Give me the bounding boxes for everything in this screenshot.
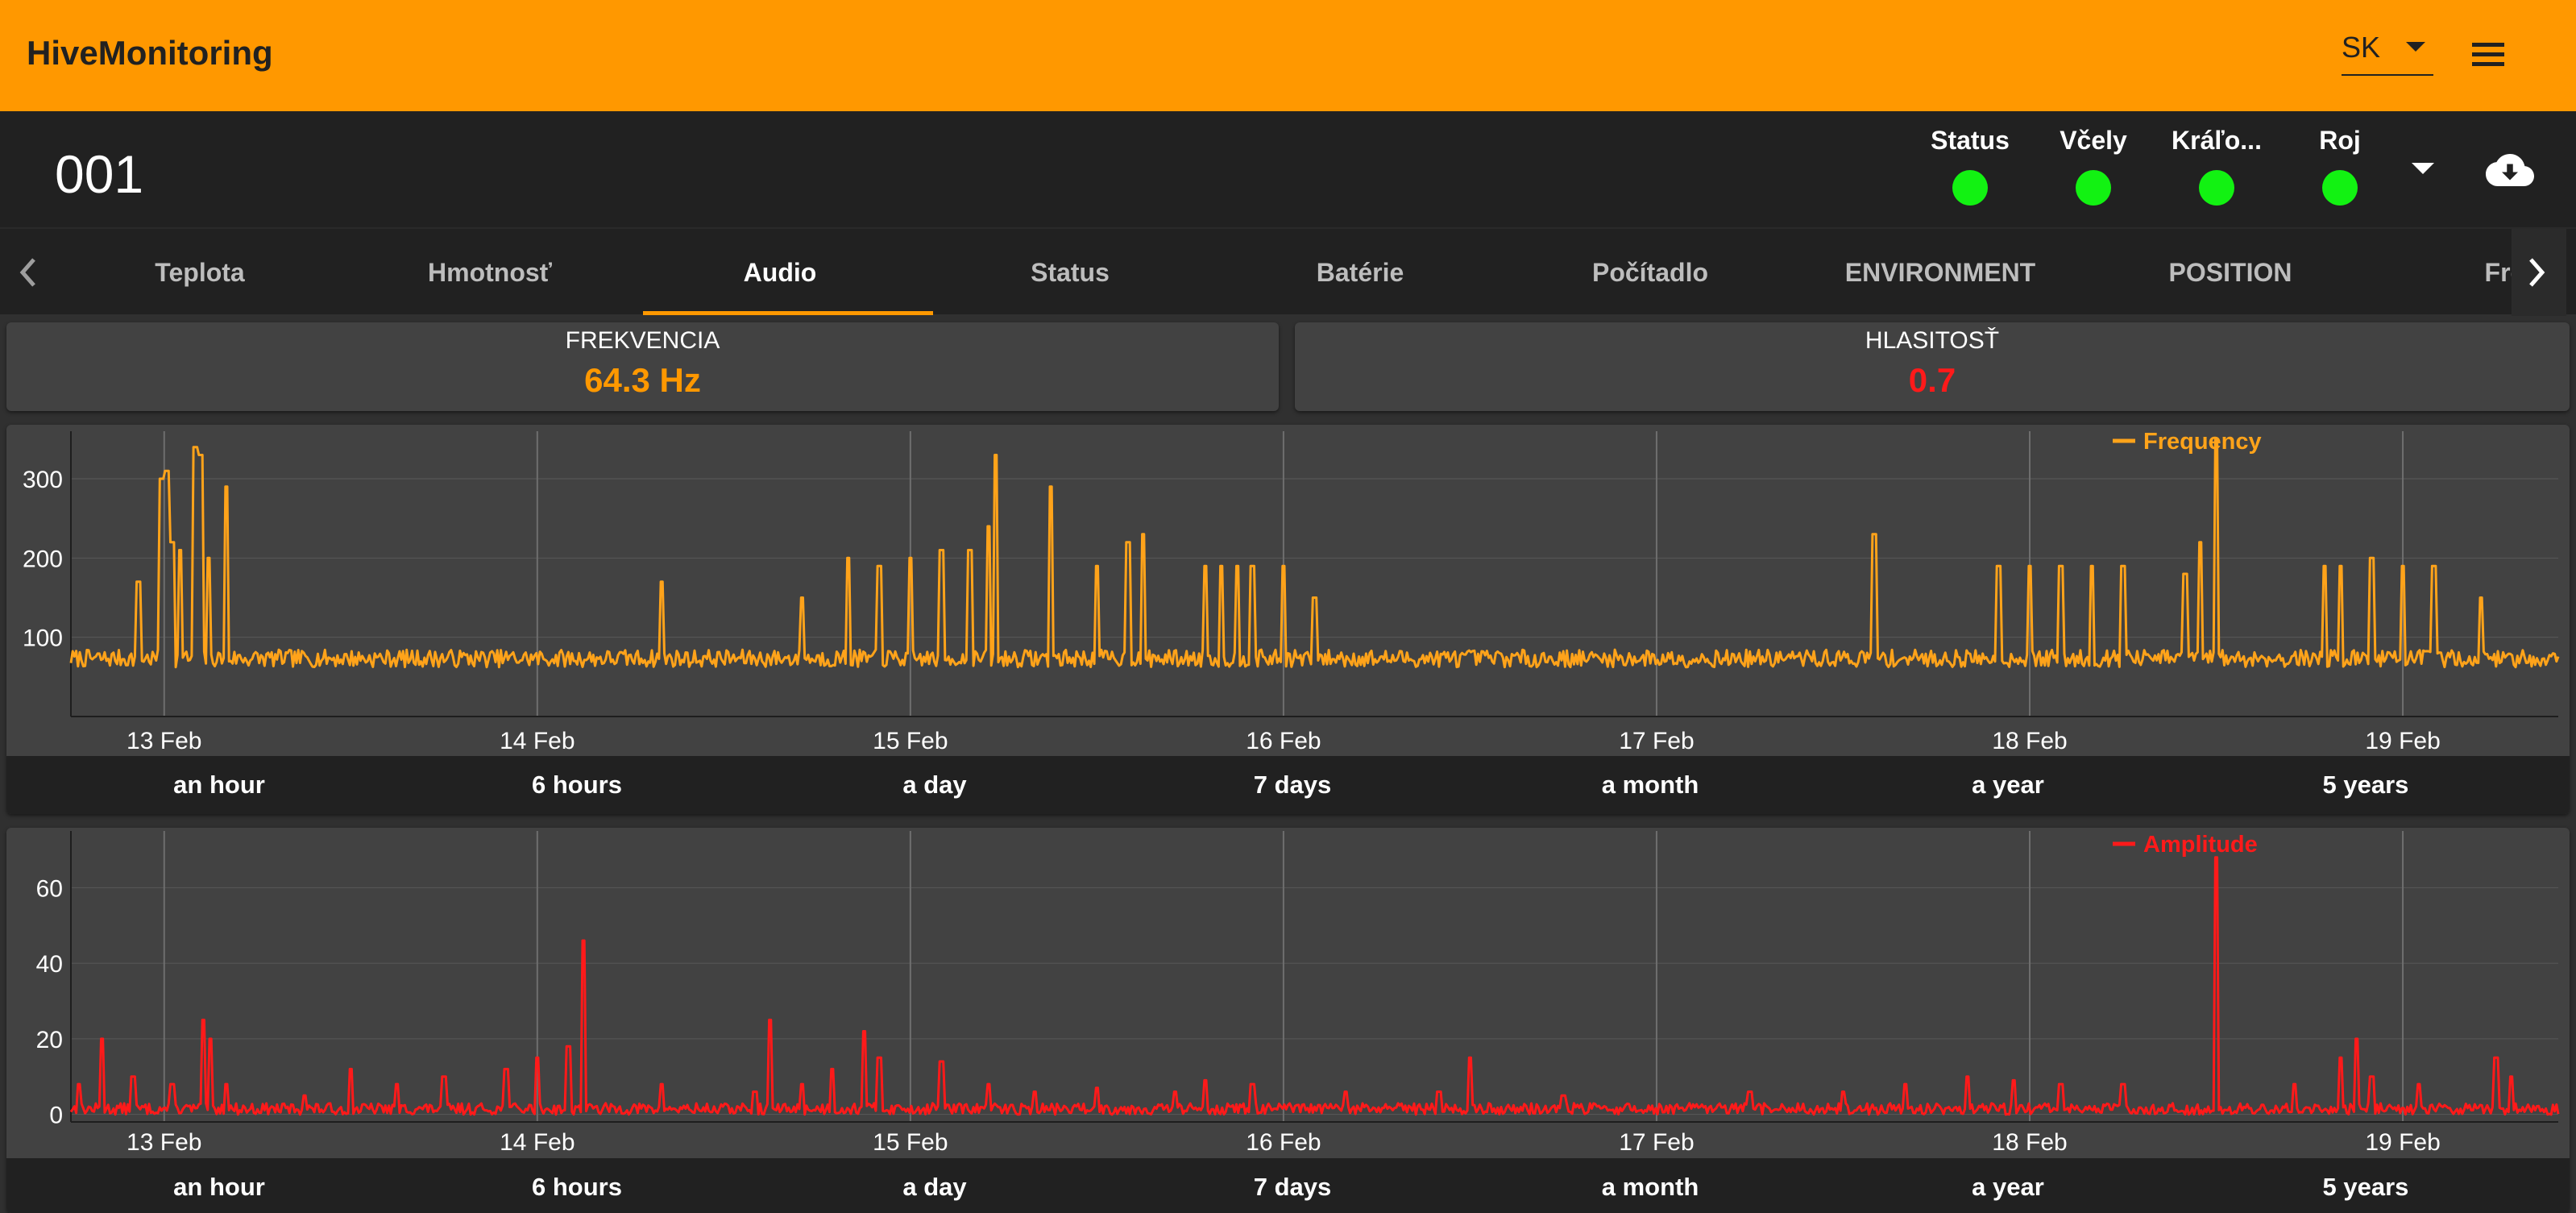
x-tick-label: 14 Feb bbox=[500, 1129, 575, 1156]
cloud-download-icon[interactable] bbox=[2486, 150, 2534, 190]
range-a-day-button[interactable]: a day bbox=[757, 1158, 1112, 1213]
expand-icon[interactable] bbox=[2412, 163, 2434, 174]
range-5-years-button[interactable]: 5 years bbox=[2188, 1158, 2543, 1213]
chevron-down-icon bbox=[2406, 42, 2425, 52]
hive-id: 001 bbox=[55, 144, 144, 204]
status-label: Kráľo... bbox=[2172, 126, 2262, 155]
x-tick-label: 13 Feb bbox=[127, 728, 201, 754]
tab-frequency[interactable]: Frequ bbox=[2375, 229, 2512, 316]
tab-pocitadlo[interactable]: Počítadlo bbox=[1505, 229, 1795, 316]
range-an-hour-button[interactable]: an hour bbox=[42, 756, 396, 814]
frequency-card: FREKVENCIA 64.3 Hz bbox=[6, 322, 1279, 411]
status-label: Roj bbox=[2319, 126, 2361, 155]
range-a-year-button[interactable]: a year bbox=[1831, 756, 2185, 814]
y-tick-label: 40 bbox=[36, 951, 63, 978]
x-tick-label: 15 Feb bbox=[873, 1129, 948, 1156]
y-tick-label: 20 bbox=[36, 1027, 63, 1053]
x-tick-label: 14 Feb bbox=[500, 728, 575, 754]
series-line bbox=[69, 856, 2560, 1116]
status-label: Včely bbox=[2060, 126, 2127, 155]
frequency-chart: 100 200 300 13 Feb 14 Feb 15 Feb 16 Feb 17 Feb 1… bbox=[23, 429, 2560, 754]
range-7-days-button[interactable]: 7 days bbox=[1115, 1158, 1470, 1213]
active-tab-indicator bbox=[643, 311, 933, 315]
frequency-chart-card: 100 200 300 13 Feb 14 Feb 15 Feb 16 Feb 17 Feb 1… bbox=[6, 425, 2570, 814]
app-title: HiveMonitoring bbox=[27, 34, 273, 72]
range-6-hours-button[interactable]: 6 hours bbox=[400, 1158, 754, 1213]
series-line bbox=[69, 438, 2560, 669]
app-root: HiveMonitoring SK 001 Status Včely Kráľo… bbox=[0, 0, 2576, 1213]
chevron-right-icon bbox=[2529, 258, 2545, 287]
y-tick-label: 0 bbox=[49, 1103, 63, 1129]
status-indicator-bees: Včely bbox=[2037, 126, 2150, 206]
status-dot bbox=[2199, 170, 2234, 206]
range-a-day-button[interactable]: a day bbox=[757, 756, 1112, 814]
y-tick-label: 100 bbox=[23, 625, 63, 652]
x-tick-label: 15 Feb bbox=[873, 728, 948, 754]
legend-label[interactable]: Frequency bbox=[2143, 429, 2262, 455]
language-value: SK bbox=[2342, 31, 2381, 64]
range-a-year-button[interactable]: a year bbox=[1831, 1158, 2185, 1213]
tab-position[interactable]: POSITION bbox=[2085, 229, 2375, 316]
range-6-hours-button[interactable]: 6 hours bbox=[400, 756, 754, 814]
x-tick-label: 18 Feb bbox=[1992, 728, 2067, 754]
range-an-hour-button[interactable]: an hour bbox=[42, 1158, 396, 1213]
tab-bar: Teplota Hmotnosť Audio Status Batérie Po… bbox=[0, 227, 2576, 316]
range-5-years-button[interactable]: 5 years bbox=[2188, 756, 2543, 814]
tab-hmotnost[interactable]: Hmotnosť bbox=[345, 229, 635, 316]
range-a-month-button[interactable]: a month bbox=[1473, 756, 1827, 814]
time-range-bar: an hour 6 hours a day 7 days a month a y… bbox=[6, 1158, 2570, 1213]
range-7-days-button[interactable]: 7 days bbox=[1115, 756, 1470, 814]
status-dot bbox=[2322, 170, 2358, 206]
x-tick-label: 18 Feb bbox=[1992, 1129, 2067, 1156]
legend-label[interactable]: Amplitude bbox=[2143, 832, 2258, 858]
x-tick-label: 19 Feb bbox=[2365, 728, 2440, 754]
y-tick-label: 200 bbox=[23, 546, 63, 572]
range-a-month-button[interactable]: a month bbox=[1473, 1158, 1827, 1213]
y-tick-label: 60 bbox=[36, 875, 63, 902]
tabs-scroll-right-button[interactable] bbox=[2512, 229, 2566, 316]
app-bar: HiveMonitoring SK bbox=[0, 0, 2576, 111]
amplitude-chart: 0 20 40 60 13 Feb 14 Feb 15 Feb 16 Feb 17 Feb 18 … bbox=[36, 831, 2560, 1156]
time-range-bar: an hour 6 hours a day 7 days a month a y… bbox=[6, 756, 2570, 814]
tab-teplota[interactable]: Teplota bbox=[55, 229, 345, 316]
x-tick-label: 17 Feb bbox=[1619, 728, 1694, 754]
x-tick-label: 16 Feb bbox=[1246, 728, 1321, 754]
frequency-card-title: FREKVENCIA bbox=[565, 327, 720, 354]
frequency-card-value: 64.3 Hz bbox=[584, 361, 701, 399]
tab-audio[interactable]: Audio bbox=[635, 229, 925, 316]
tabs-scroll-left-button[interactable] bbox=[0, 229, 55, 316]
loudness-card-value: 0.7 bbox=[1908, 361, 1956, 399]
tab-baterie[interactable]: Batérie bbox=[1215, 229, 1505, 316]
loudness-card-title: HLASITOSŤ bbox=[1865, 327, 2000, 354]
x-tick-label: 16 Feb bbox=[1246, 1129, 1321, 1156]
tab-status[interactable]: Status bbox=[925, 229, 1215, 316]
language-select[interactable]: SK bbox=[2342, 31, 2433, 76]
status-indicator-queen: Kráľo... bbox=[2160, 126, 2273, 206]
x-tick-label: 19 Feb bbox=[2365, 1129, 2440, 1156]
x-tick-label: 13 Feb bbox=[127, 1129, 201, 1156]
status-dot bbox=[2076, 170, 2111, 206]
tabs-viewport: Teplota Hmotnosť Audio Status Batérie Po… bbox=[55, 229, 2512, 316]
tab-environment[interactable]: ENVIRONMENT bbox=[1795, 229, 2085, 316]
status-dot bbox=[1952, 170, 1988, 206]
y-tick-label: 300 bbox=[23, 467, 63, 493]
chevron-left-icon bbox=[19, 258, 35, 287]
menu-icon[interactable] bbox=[2469, 39, 2508, 71]
amplitude-chart-card: 0 20 40 60 13 Feb 14 Feb 15 Feb 16 Feb 17 Feb 18 … bbox=[6, 828, 2570, 1213]
status-indicator-status: Status bbox=[1914, 126, 2026, 206]
hive-bar: 001 Status Včely Kráľo... Roj bbox=[0, 111, 2576, 227]
status-label: Status bbox=[1931, 126, 2010, 155]
status-indicator-swarm: Roj bbox=[2284, 126, 2396, 206]
loudness-card: HLASITOSŤ 0.7 bbox=[1295, 322, 2570, 411]
x-tick-label: 17 Feb bbox=[1619, 1129, 1694, 1156]
